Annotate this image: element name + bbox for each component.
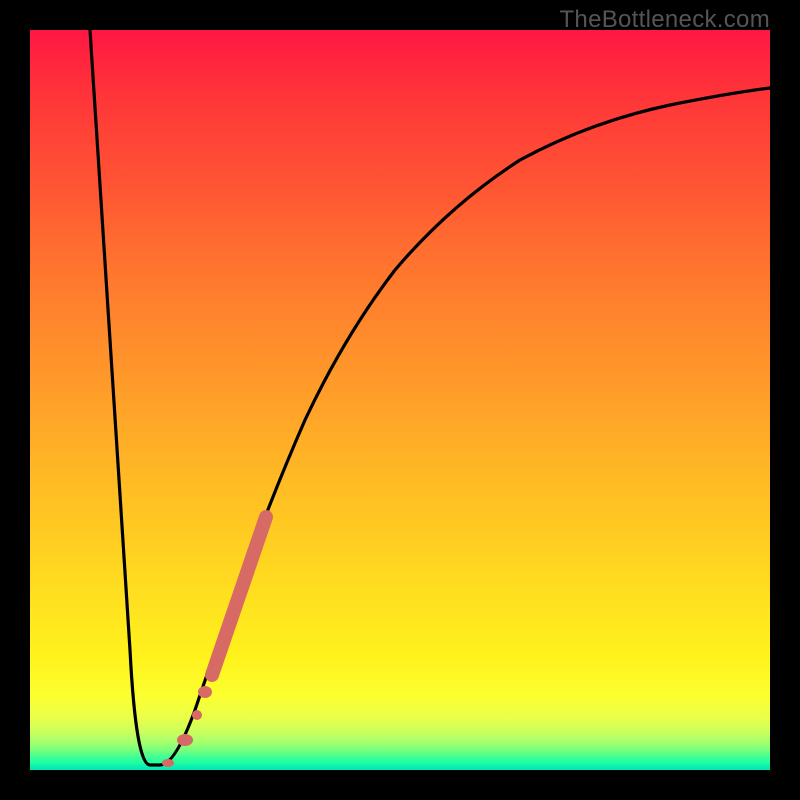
marker-dot [198, 686, 212, 698]
bottleneck-curve [90, 30, 770, 765]
chart-frame: TheBottleneck.com [0, 0, 800, 800]
marker-segment [212, 517, 266, 675]
marker-dot [177, 734, 193, 746]
marker-group [162, 517, 266, 767]
marker-dot [192, 710, 202, 720]
marker-dot [162, 759, 174, 767]
plot-area [30, 30, 770, 770]
curve-layer [30, 30, 770, 770]
